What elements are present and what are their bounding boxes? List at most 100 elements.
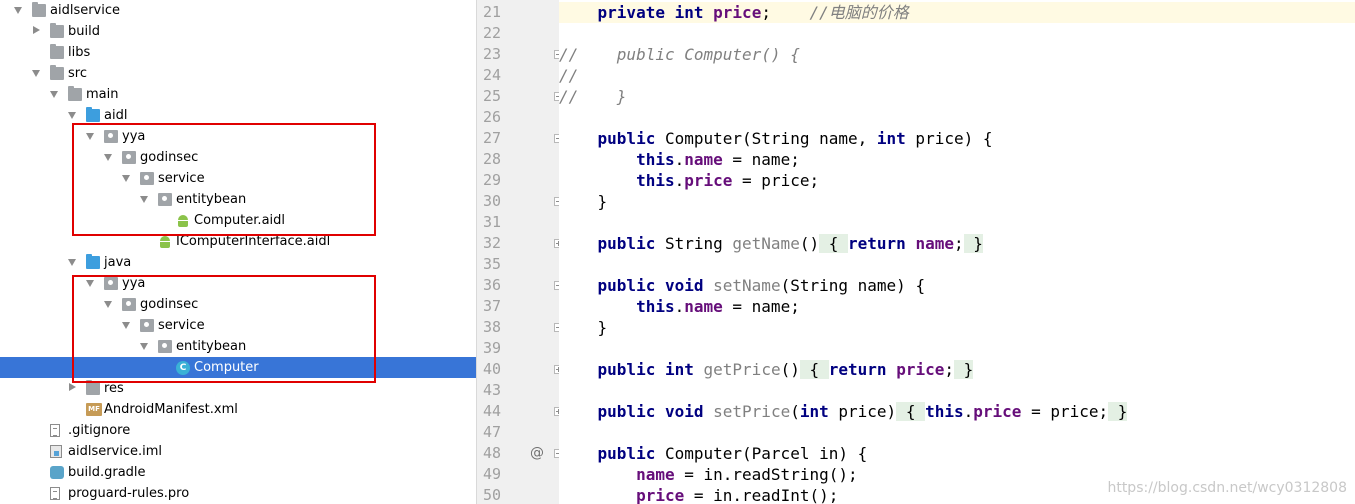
line-number: 27 <box>483 129 502 147</box>
code-token: } <box>1108 402 1128 421</box>
code-token: public <box>597 444 656 463</box>
code-token: int <box>664 360 694 379</box>
code-token: int <box>799 402 829 421</box>
code-line[interactable]: public int getPrice() { return price; } <box>559 359 1355 380</box>
code-token: () <box>780 360 800 379</box>
project-tree[interactable]: aidlservice build libs src main aidl yya godins… <box>0 0 476 504</box>
code-line[interactable]: } <box>559 317 1355 338</box>
watermark: https://blog.csdn.net/wcy0312808 <box>1107 480 1347 496</box>
code-line[interactable] <box>559 107 1355 128</box>
code-token: int <box>876 129 906 148</box>
line-number: 32 <box>483 234 502 252</box>
code-line[interactable]: this.name = name; <box>559 296 1355 317</box>
code-line[interactable] <box>559 254 1355 275</box>
code-token: price <box>684 171 733 190</box>
collapse-arrow-icon[interactable] <box>32 70 40 77</box>
code-token: = price; <box>1021 402 1109 421</box>
code-line[interactable] <box>559 380 1355 401</box>
code-line[interactable]: } <box>559 191 1355 212</box>
tree-item-build[interactable]: build <box>0 21 476 42</box>
code-token: void <box>664 276 704 295</box>
code-token: . <box>674 297 685 316</box>
code-line[interactable]: // public Computer() { <box>559 44 1355 65</box>
code-token: return <box>848 234 906 253</box>
collapse-arrow-icon[interactable] <box>50 91 58 98</box>
tree-item-proguard-rules-pro[interactable]: proguard-rules.pro <box>0 483 476 504</box>
code-token: //电脑的价格 <box>809 3 909 22</box>
code-line[interactable] <box>559 422 1355 443</box>
code-token: ; <box>761 3 810 22</box>
folder-icon <box>68 86 82 101</box>
code-token: = in.readString(); <box>674 465 858 484</box>
code-line[interactable]: public void setName(String name) { <box>559 275 1355 296</box>
expand-arrow-icon[interactable] <box>33 26 40 34</box>
tree-item-libs[interactable]: libs <box>0 42 476 63</box>
code-line[interactable]: this.price = price; <box>559 170 1355 191</box>
source-folder-icon <box>86 107 100 122</box>
code-token: } <box>963 234 983 253</box>
code-line[interactable]: public Computer(String name, int price) … <box>559 128 1355 149</box>
android-icon <box>158 235 172 249</box>
code-token: { <box>819 234 848 253</box>
code-token: . <box>674 150 685 169</box>
line-number: 49 <box>483 465 502 483</box>
tree-item-label: build <box>68 24 100 39</box>
tree-item--gitignore[interactable]: .gitignore <box>0 420 476 441</box>
expand-arrow-icon[interactable] <box>69 383 76 391</box>
code-token: getPrice <box>703 360 781 379</box>
code-line[interactable]: public void setPrice(int price) { this.p… <box>559 401 1355 422</box>
java-package-highlight-box <box>72 275 376 383</box>
tree-item-java[interactable]: java <box>0 252 476 273</box>
manifest-icon: MF <box>86 403 102 416</box>
tree-item-label: aidlservice <box>50 3 121 18</box>
code-editor[interactable]: private int price; //电脑的价格 // public Comp… <box>559 0 1355 504</box>
code-token: void <box>664 402 704 421</box>
tree-item-build-gradle[interactable]: build.gradle <box>0 462 476 483</box>
code-token: getName <box>732 234 800 253</box>
tree-item-aidlservice[interactable]: aidlservice <box>0 0 476 21</box>
line-number: 21 <box>483 3 502 21</box>
code-token: price <box>713 3 762 22</box>
code-token: = price; <box>732 171 820 190</box>
tree-item-src[interactable]: src <box>0 63 476 84</box>
code-line[interactable]: public Computer(Parcel in) { <box>559 443 1355 464</box>
code-token: public <box>597 276 656 295</box>
collapse-arrow-icon[interactable] <box>14 7 22 14</box>
tree-item-main[interactable]: main <box>0 84 476 105</box>
folder-icon <box>86 380 100 395</box>
line-number: 38 <box>483 318 502 336</box>
code-token: price <box>973 402 1022 421</box>
line-number: 23 <box>483 45 502 63</box>
tree-item-androidmanifest-xml[interactable]: MF AndroidManifest.xml <box>0 399 476 420</box>
line-number: 26 <box>483 108 502 126</box>
code-line[interactable]: private int price; //电脑的价格 <box>559 2 1355 23</box>
line-number: 47 <box>483 423 502 441</box>
code-token: ; <box>953 234 964 253</box>
tree-item-label: java <box>104 255 132 270</box>
tree-item-label: libs <box>68 45 91 60</box>
collapse-arrow-icon[interactable] <box>68 259 76 266</box>
code-line[interactable]: this.name = name; <box>559 149 1355 170</box>
line-number: 30 <box>483 192 502 210</box>
code-line[interactable]: // } <box>559 86 1355 107</box>
tree-item-label: proguard-rules.pro <box>68 486 190 501</box>
collapse-arrow-icon[interactable] <box>68 112 76 119</box>
code-line[interactable]: public String getName() { return name; } <box>559 233 1355 254</box>
tree-item-aidlservice-iml[interactable]: aidlservice.iml <box>0 441 476 462</box>
code-line[interactable] <box>559 338 1355 359</box>
code-token: name <box>684 297 723 316</box>
code-line[interactable]: // <box>559 65 1355 86</box>
override-annotation-icon[interactable]: @ <box>530 443 544 464</box>
code-line[interactable] <box>559 212 1355 233</box>
code-line[interactable] <box>559 23 1355 44</box>
